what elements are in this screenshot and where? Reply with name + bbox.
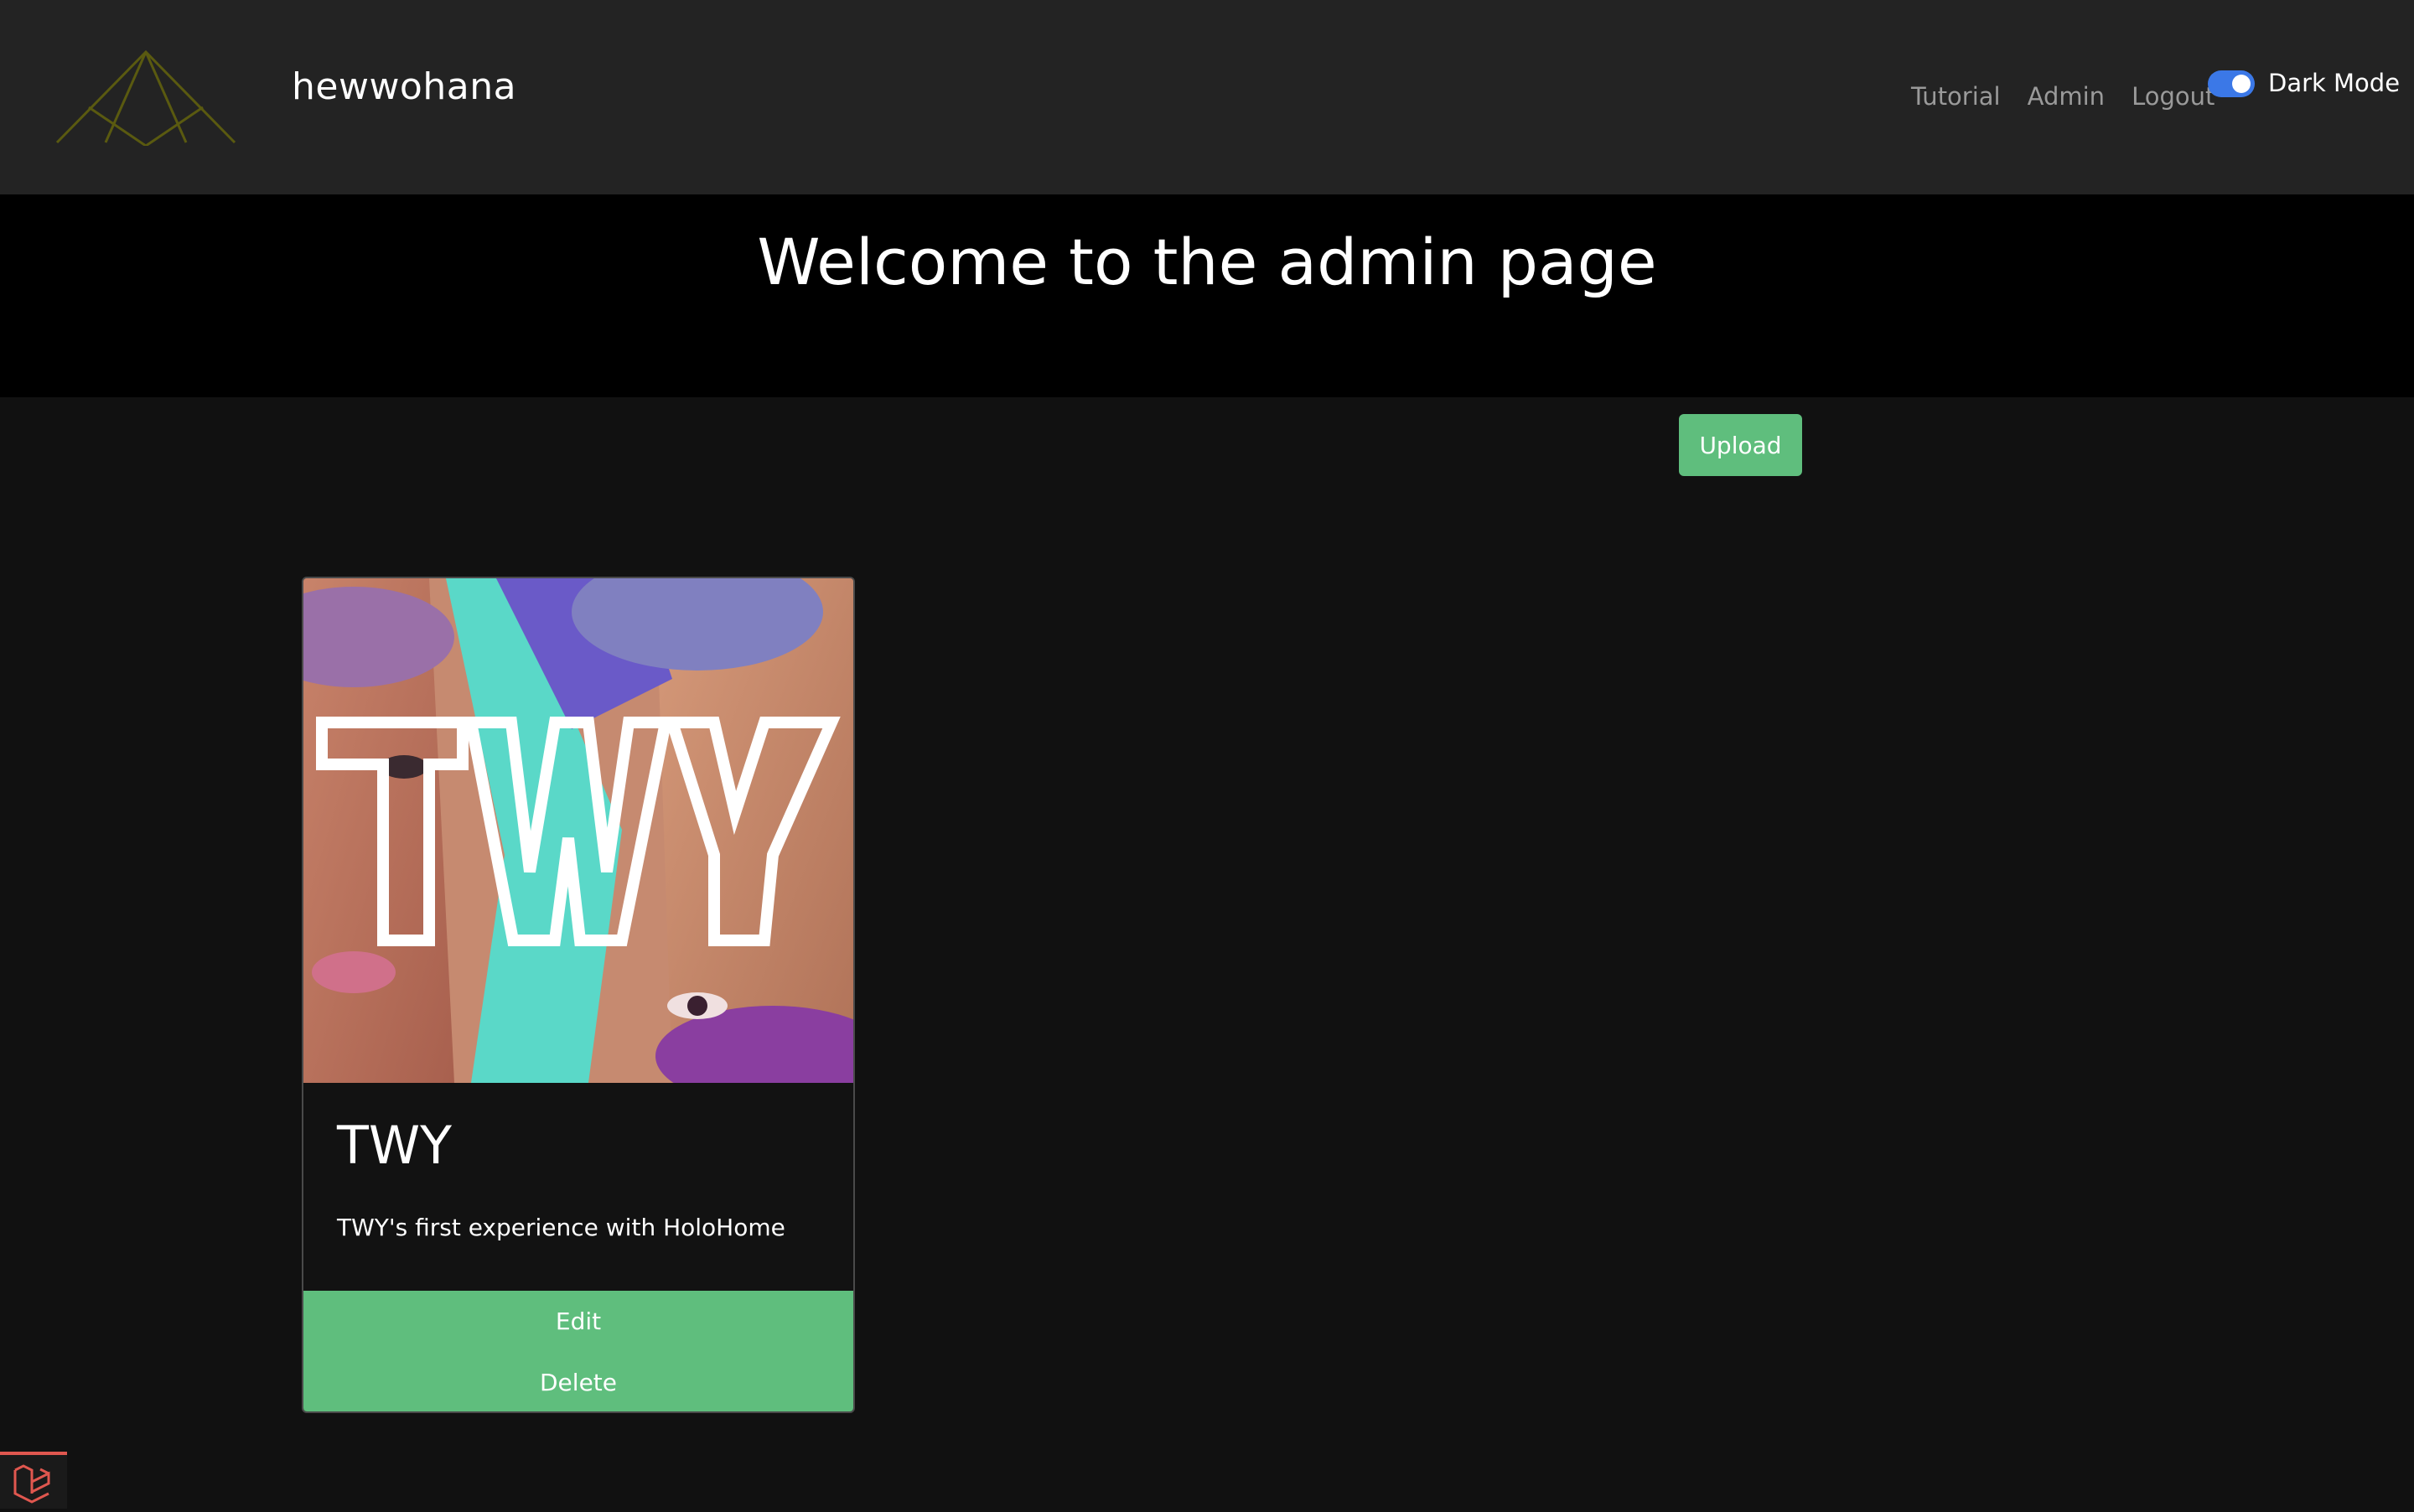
brand-name[interactable]: hewwohana [292,65,516,108]
content-card: TWY TWY's first experience with HoloHome… [302,577,855,1413]
delete-button[interactable]: Delete [303,1352,853,1411]
upload-button[interactable]: Upload [1679,414,1802,476]
edit-button[interactable]: Edit [303,1291,853,1352]
nav-link-logout[interactable]: Logout [2132,82,2215,111]
card-description: TWY's first experience with HoloHome [337,1214,785,1241]
card-actions: Edit Delete [303,1291,853,1411]
nav-link-admin[interactable]: Admin [2028,82,2105,111]
laravel-icon [13,1464,50,1504]
nav-link-tutorial[interactable]: Tutorial [1911,82,2001,111]
dark-mode-label: Dark Mode [2268,69,2401,97]
nav-links: Tutorial Admin Logout [1911,82,2241,111]
twy-cover-art [303,578,853,1083]
laravel-debug-badge[interactable] [0,1452,67,1509]
toggle-knob [2232,75,2251,93]
mountain-logo-icon[interactable] [55,49,236,146]
card-image [303,578,853,1083]
hero-banner: Welcome to the admin page [0,194,2414,397]
navbar: hewwohana Tutorial Admin Logout Dark Mod… [0,0,2414,194]
page-title: Welcome to the admin page [757,225,1657,299]
card-title: TWY [337,1115,453,1176]
dark-mode-toggle[interactable] [2208,70,2255,97]
